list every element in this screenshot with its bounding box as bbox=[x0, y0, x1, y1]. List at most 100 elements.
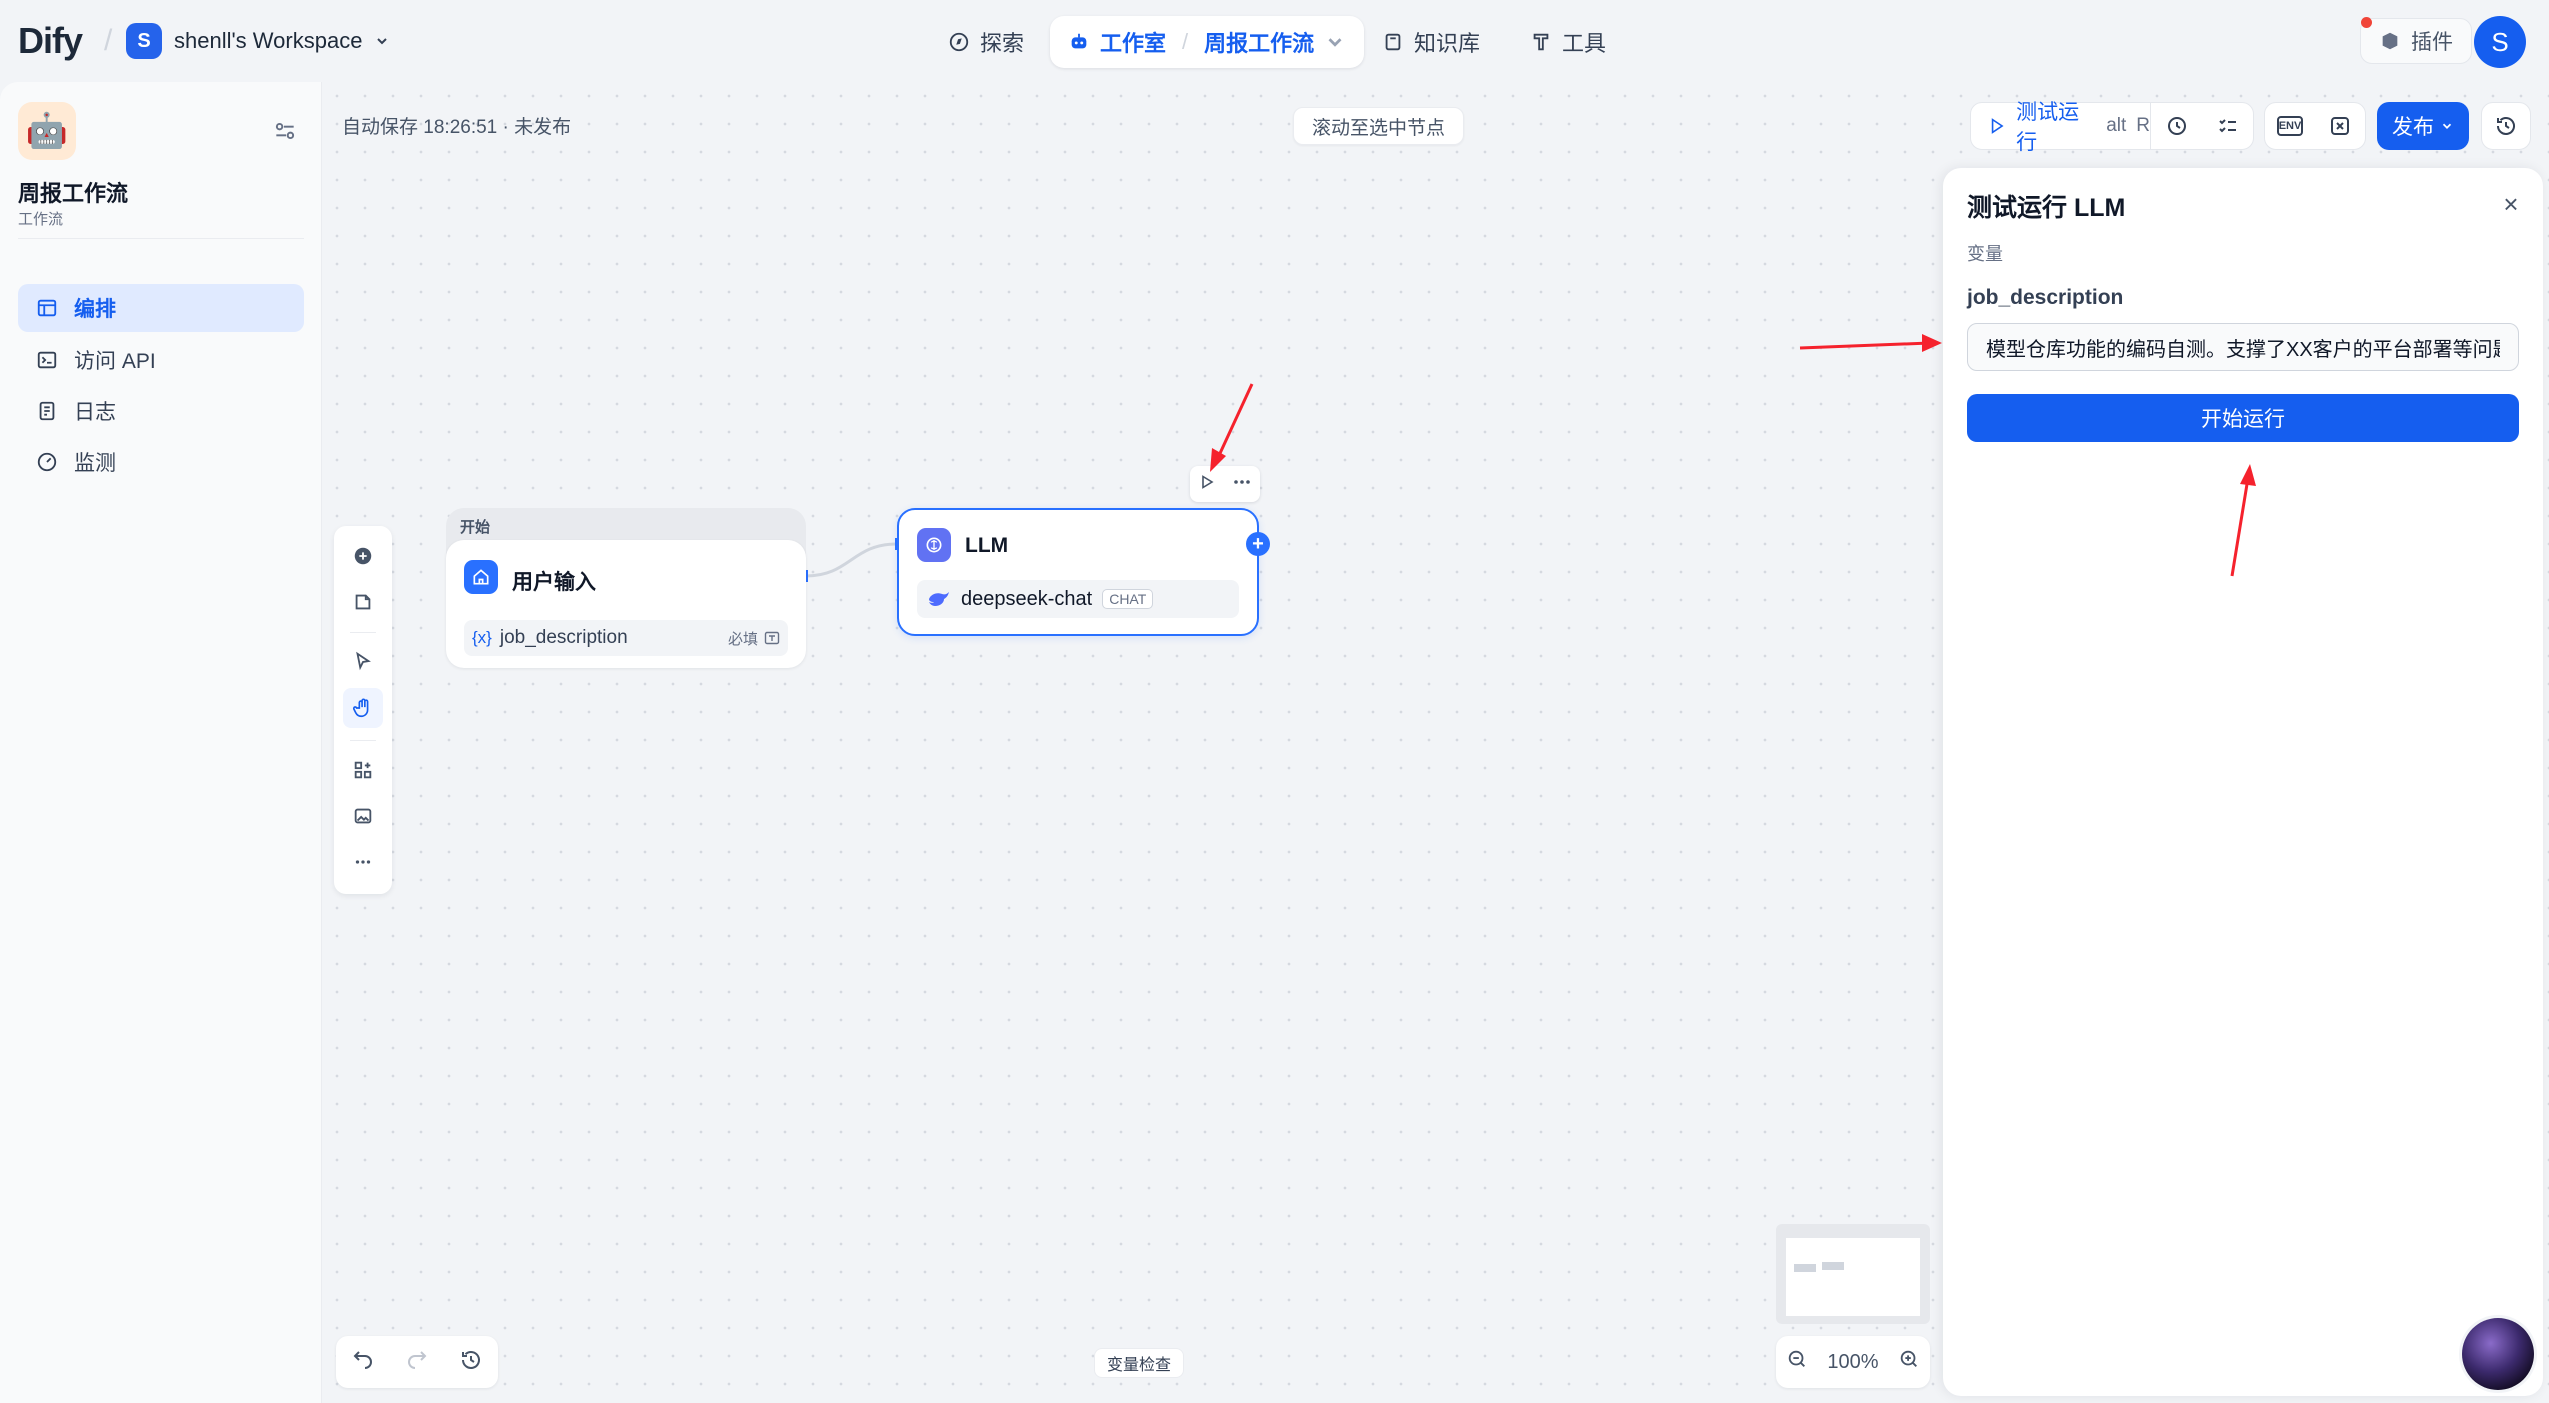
add-node-icon[interactable] bbox=[343, 536, 383, 576]
field-label: job_description bbox=[1967, 286, 2124, 309]
sidebar-item-label: 日志 bbox=[74, 401, 116, 424]
minimap-node bbox=[1822, 1262, 1844, 1270]
zoom-out-icon[interactable] bbox=[1786, 1348, 1808, 1376]
add-next-node-handle[interactable]: + bbox=[1246, 532, 1270, 556]
compass-icon bbox=[949, 32, 969, 52]
start-node-card[interactable]: 用户输入 {x} job_description 必填 bbox=[446, 540, 806, 668]
redo-icon[interactable] bbox=[405, 1348, 429, 1377]
canvas-tools bbox=[334, 526, 392, 894]
nav-explore[interactable]: 探索 bbox=[930, 16, 1042, 68]
minimap[interactable] bbox=[1776, 1224, 1930, 1324]
divider bbox=[18, 238, 304, 239]
nav-studio[interactable]: 工作室 / 周报工作流 bbox=[1050, 16, 1365, 68]
model-selector: deepseek-chat CHAT bbox=[917, 580, 1239, 618]
start-run-button[interactable]: 开始运行 bbox=[1967, 394, 2519, 442]
minimap-viewport bbox=[1786, 1238, 1920, 1316]
history-icon[interactable] bbox=[459, 1348, 483, 1377]
sidebar-item-api[interactable]: 访问 API bbox=[18, 336, 304, 384]
workspace-switcher[interactable]: S shenll's Workspace bbox=[126, 23, 390, 59]
zoom-level[interactable]: 100% bbox=[1827, 1351, 1878, 1374]
play-icon bbox=[1991, 118, 2004, 134]
terminal-icon bbox=[37, 351, 57, 369]
nav-tools-label: 工具 bbox=[1562, 31, 1607, 56]
avatar[interactable]: S bbox=[2474, 16, 2526, 68]
zoom-in-icon[interactable] bbox=[1898, 1348, 1920, 1376]
publish-button[interactable]: 发布 bbox=[2377, 102, 2469, 150]
start-node-title: 用户输入 bbox=[512, 571, 596, 594]
app-type: 工作流 bbox=[18, 211, 64, 228]
sidebar-item-label: 编排 bbox=[74, 298, 116, 321]
dify-logo[interactable]: Dify bbox=[18, 20, 83, 62]
checklist-icon[interactable] bbox=[2215, 113, 2241, 139]
chevron-down-icon bbox=[377, 38, 388, 45]
test-run-panel: 测试运行 LLM × 变量 job_description 开始运行 bbox=[1943, 168, 2543, 1396]
model-name: deepseek-chat bbox=[961, 587, 1093, 610]
app-breadcrumb[interactable]: 周报工作流 bbox=[1204, 26, 1314, 58]
app-robot-icon: 🤖 bbox=[18, 102, 76, 160]
run-toolbar: 测试运行 alt R bbox=[1970, 101, 2254, 154]
sidebar-item-orchestrate[interactable]: 编排 bbox=[18, 284, 304, 332]
env-toolbar: ENV bbox=[2264, 102, 2366, 150]
sidebar-collapse-icon[interactable] bbox=[272, 118, 298, 144]
organize-icon[interactable] bbox=[343, 750, 383, 790]
panel-title: 测试运行 LLM bbox=[1967, 194, 2126, 222]
robot-icon bbox=[1071, 33, 1087, 49]
zoom-controls: 100% bbox=[1776, 1336, 1930, 1388]
sidebar-item-monitor[interactable]: 监测 bbox=[18, 438, 304, 486]
breadcrumb-separator: / bbox=[104, 24, 113, 57]
app-sidebar: 🤖 周报工作流 工作流 编排 访问 API 日志 监测 bbox=[0, 82, 322, 1403]
input-variable-row: {x} job_description 必填 bbox=[464, 620, 788, 656]
assistant-orb-icon[interactable] bbox=[2462, 1318, 2534, 1390]
workspace-badge: S bbox=[126, 23, 162, 59]
cube-icon bbox=[2382, 32, 2398, 50]
sidebar-item-label: 访问 API bbox=[74, 350, 156, 373]
hammer-icon bbox=[1533, 33, 1549, 51]
variable-inspect-button[interactable]: 变量检查 bbox=[1094, 1348, 1185, 1378]
dashboard-icon bbox=[37, 452, 57, 472]
text-field-icon bbox=[764, 631, 780, 645]
panel-subtitle: 变量 bbox=[1967, 244, 2003, 264]
llm-node[interactable]: LLM deepseek-chat CHAT bbox=[897, 508, 1259, 636]
required-badge: 必填 bbox=[728, 628, 780, 649]
divider bbox=[350, 740, 376, 741]
nav-studio-label: 工作室 bbox=[1100, 31, 1167, 56]
pointer-icon[interactable] bbox=[343, 642, 383, 682]
nav-knowledge[interactable]: 知识库 bbox=[1364, 16, 1498, 68]
home-icon bbox=[464, 560, 498, 594]
version-history-button[interactable] bbox=[2481, 102, 2531, 150]
env-icon[interactable]: ENV bbox=[2277, 116, 2303, 136]
add-note-icon[interactable] bbox=[343, 582, 383, 622]
top-nav: Dify / S shenll's Workspace 探索 工作室 / 周报工… bbox=[0, 0, 2549, 82]
deepseek-whale-icon bbox=[929, 592, 949, 606]
scroll-to-node-button[interactable]: 滚动至选中节点 bbox=[1293, 107, 1465, 145]
export-image-icon[interactable] bbox=[343, 796, 383, 836]
undo-icon[interactable] bbox=[351, 1348, 375, 1377]
job-description-input[interactable] bbox=[1967, 323, 2519, 371]
more-icon[interactable] bbox=[1232, 474, 1252, 495]
run-node-icon[interactable] bbox=[1199, 474, 1215, 495]
nav-explore-label: 探索 bbox=[980, 31, 1025, 56]
test-run-label: 测试运行 bbox=[2016, 101, 2080, 154]
logo-text: Dify bbox=[18, 20, 83, 61]
mode-badge: CHAT bbox=[1102, 589, 1154, 609]
nav-knowledge-label: 知识库 bbox=[1414, 31, 1481, 56]
plugins-button[interactable]: 插件 bbox=[2360, 17, 2472, 64]
more-icon[interactable] bbox=[343, 842, 383, 882]
sidebar-item-logs[interactable]: 日志 bbox=[18, 387, 304, 435]
required-label: 必填 bbox=[727, 630, 758, 648]
undo-redo-group bbox=[336, 1336, 498, 1388]
variable-icon[interactable] bbox=[2327, 113, 2353, 139]
variable-icon: {x} bbox=[472, 628, 492, 647]
file-list-icon bbox=[39, 401, 55, 421]
start-node[interactable]: 开始 用户输入 {x} job_description 必填 bbox=[446, 508, 806, 668]
close-icon[interactable]: × bbox=[2497, 189, 2525, 219]
run-history-icon[interactable] bbox=[2164, 113, 2190, 139]
nav-tools[interactable]: 工具 bbox=[1512, 16, 1624, 68]
history-icon bbox=[2497, 117, 2515, 135]
layout-icon bbox=[37, 299, 57, 317]
hand-icon[interactable] bbox=[343, 688, 383, 728]
publish-label: 发布 bbox=[2392, 116, 2434, 139]
notification-dot bbox=[2361, 17, 2372, 28]
node-toolbar bbox=[1190, 466, 1260, 502]
test-run-button[interactable]: 测试运行 alt R bbox=[1971, 101, 2151, 154]
